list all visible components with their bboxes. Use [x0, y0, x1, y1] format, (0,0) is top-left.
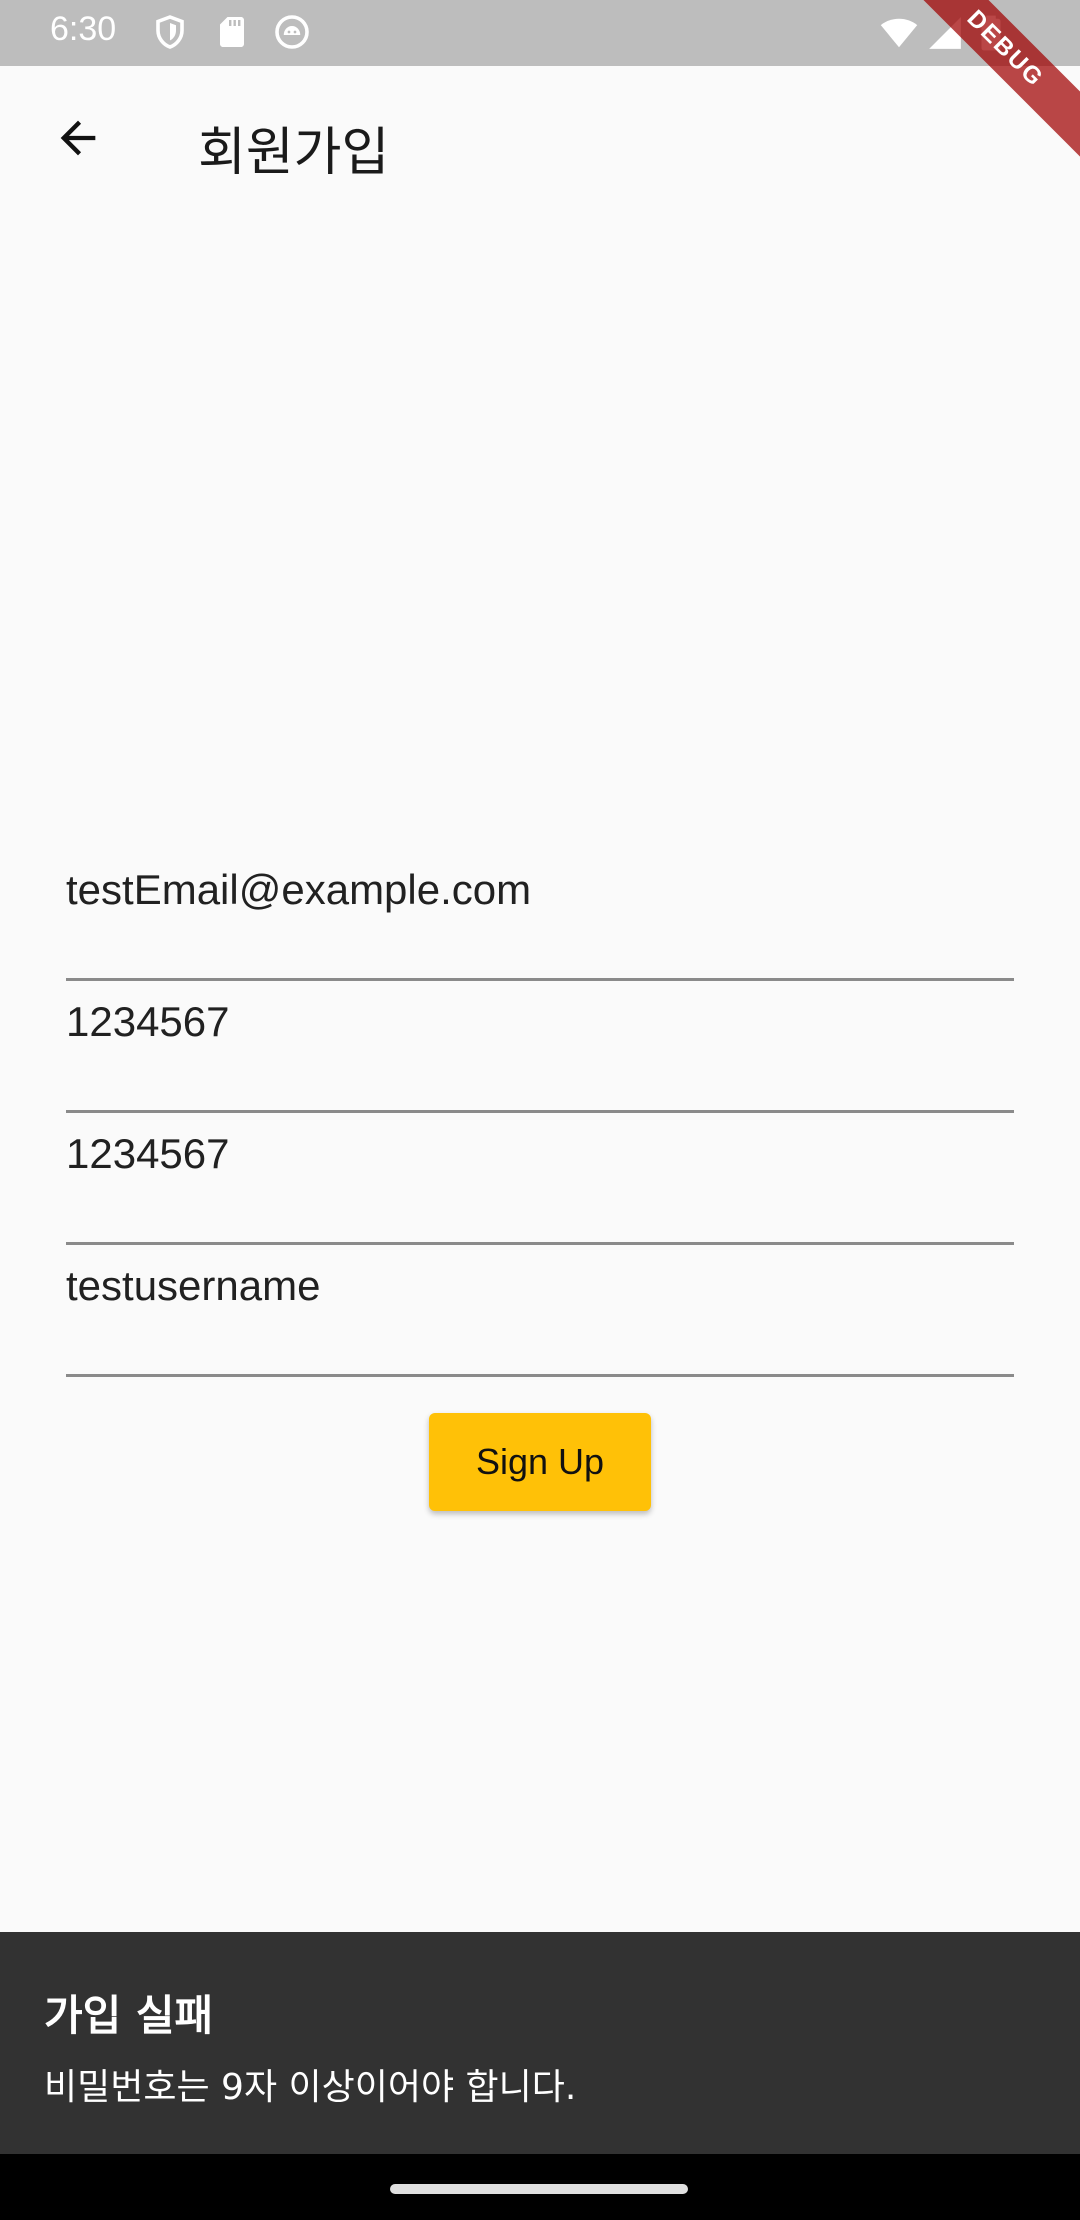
email-value: testEmail@example.com — [66, 866, 532, 913]
wifi-icon — [880, 14, 918, 52]
snackbar: 가입 실패 비밀번호는 9자 이상이어야 합니다. — [0, 1932, 1080, 2154]
android-debug-icon — [274, 14, 310, 50]
status-time: 6:30 — [50, 10, 117, 48]
back-button[interactable] — [40, 102, 116, 178]
home-indicator[interactable] — [390, 2184, 688, 2194]
snackbar-title: 가입 실패 — [44, 1991, 214, 2040]
sign-up-button[interactable]: Sign Up — [429, 1413, 651, 1511]
email-field[interactable]: testEmail@example.com — [66, 846, 1014, 981]
sd-card-icon — [214, 14, 250, 50]
password-confirm-field[interactable]: 1234567 — [66, 1110, 1014, 1245]
username-value: testusername — [66, 1262, 321, 1309]
page-title: 회원가입 — [198, 123, 390, 183]
arrow-back-icon — [52, 112, 104, 168]
navigation-bar — [0, 2154, 1080, 2220]
password-value: 1234567 — [66, 998, 230, 1045]
app-bar: 회원가입 — [0, 66, 1080, 220]
status-bar: 6:30 — [0, 0, 1080, 66]
password-field[interactable]: 1234567 — [66, 978, 1014, 1113]
password-confirm-value: 1234567 — [66, 1130, 230, 1177]
snackbar-message: 비밀번호는 9자 이상이어야 합니다. — [44, 2067, 577, 2108]
shield-icon — [152, 14, 188, 50]
username-field[interactable]: testusername — [66, 1242, 1014, 1377]
